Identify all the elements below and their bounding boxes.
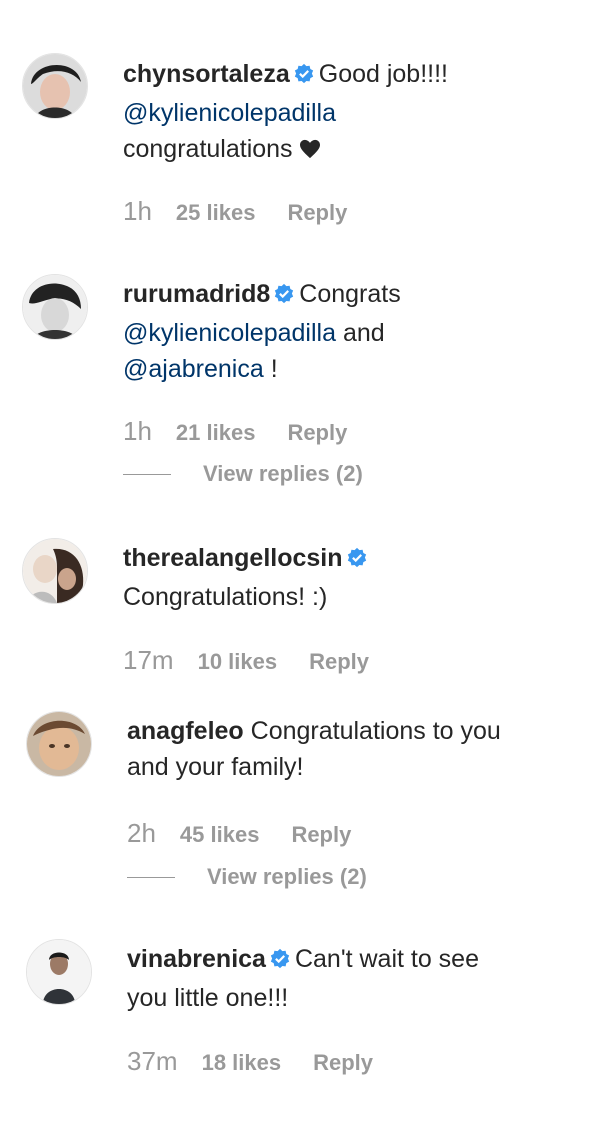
reply-button[interactable]: Reply bbox=[313, 1050, 373, 1076]
reply-button[interactable]: Reply bbox=[309, 649, 369, 675]
reply-button[interactable]: Reply bbox=[287, 200, 347, 226]
verified-badge-icon bbox=[293, 59, 315, 95]
avatar[interactable] bbox=[22, 274, 88, 340]
timestamp[interactable]: 37m bbox=[127, 1046, 178, 1077]
avatar[interactable] bbox=[26, 939, 92, 1005]
username[interactable]: therealangellocsin bbox=[123, 544, 343, 572]
timestamp[interactable]: 17m bbox=[123, 645, 174, 676]
username[interactable]: chynsortaleza bbox=[123, 60, 290, 88]
comment-text: and bbox=[342, 319, 385, 347]
mention-link[interactable]: @kylienicolepadilla bbox=[123, 99, 336, 127]
likes-count[interactable]: 18 likes bbox=[202, 1050, 282, 1076]
view-replies-label[interactable]: View replies (2) bbox=[203, 461, 363, 487]
avatar[interactable] bbox=[26, 711, 92, 777]
mention-link[interactable]: @ajabrenica bbox=[123, 355, 264, 383]
view-replies-button[interactable]: View replies (2) bbox=[123, 461, 363, 487]
verified-badge-icon bbox=[273, 279, 295, 315]
timestamp[interactable]: 1h bbox=[123, 196, 152, 227]
comment-text: Good job!!!! bbox=[318, 60, 448, 88]
username[interactable]: rurumadrid8 bbox=[123, 280, 270, 308]
divider-line bbox=[127, 876, 175, 878]
likes-count[interactable]: 45 likes bbox=[180, 822, 260, 848]
timestamp[interactable]: 2h bbox=[127, 818, 156, 849]
comment-text: you little one!!! bbox=[127, 984, 289, 1012]
view-replies-label[interactable]: View replies (2) bbox=[207, 864, 367, 890]
username[interactable]: anagfeleo bbox=[127, 717, 244, 745]
comment-text: Congrats bbox=[299, 280, 401, 308]
verified-badge-icon bbox=[346, 543, 368, 579]
username[interactable]: vinabrenica bbox=[127, 945, 266, 973]
comment-text: congratulations bbox=[123, 135, 293, 163]
comment-text: Congratulations! :) bbox=[123, 583, 328, 611]
likes-count[interactable]: 10 likes bbox=[198, 649, 278, 675]
reply-button[interactable]: Reply bbox=[287, 420, 347, 446]
likes-count[interactable]: 25 likes bbox=[176, 200, 256, 226]
likes-count[interactable]: 21 likes bbox=[176, 420, 256, 446]
comment-text: Congratulations to you bbox=[250, 717, 501, 745]
verified-badge-icon bbox=[269, 944, 291, 980]
timestamp[interactable]: 1h bbox=[123, 416, 152, 447]
view-replies-button[interactable]: View replies (2) bbox=[127, 864, 367, 890]
black-heart-icon bbox=[299, 133, 321, 169]
comment-text: and your family! bbox=[127, 753, 304, 781]
comment-text: Can't wait to see bbox=[294, 945, 479, 973]
reply-button[interactable]: Reply bbox=[291, 822, 351, 848]
avatar[interactable] bbox=[22, 53, 88, 119]
mention-link[interactable]: @kylienicolepadilla bbox=[123, 319, 336, 347]
comment-text: ! bbox=[270, 355, 278, 383]
avatar[interactable] bbox=[22, 538, 88, 604]
divider-line bbox=[123, 473, 171, 475]
